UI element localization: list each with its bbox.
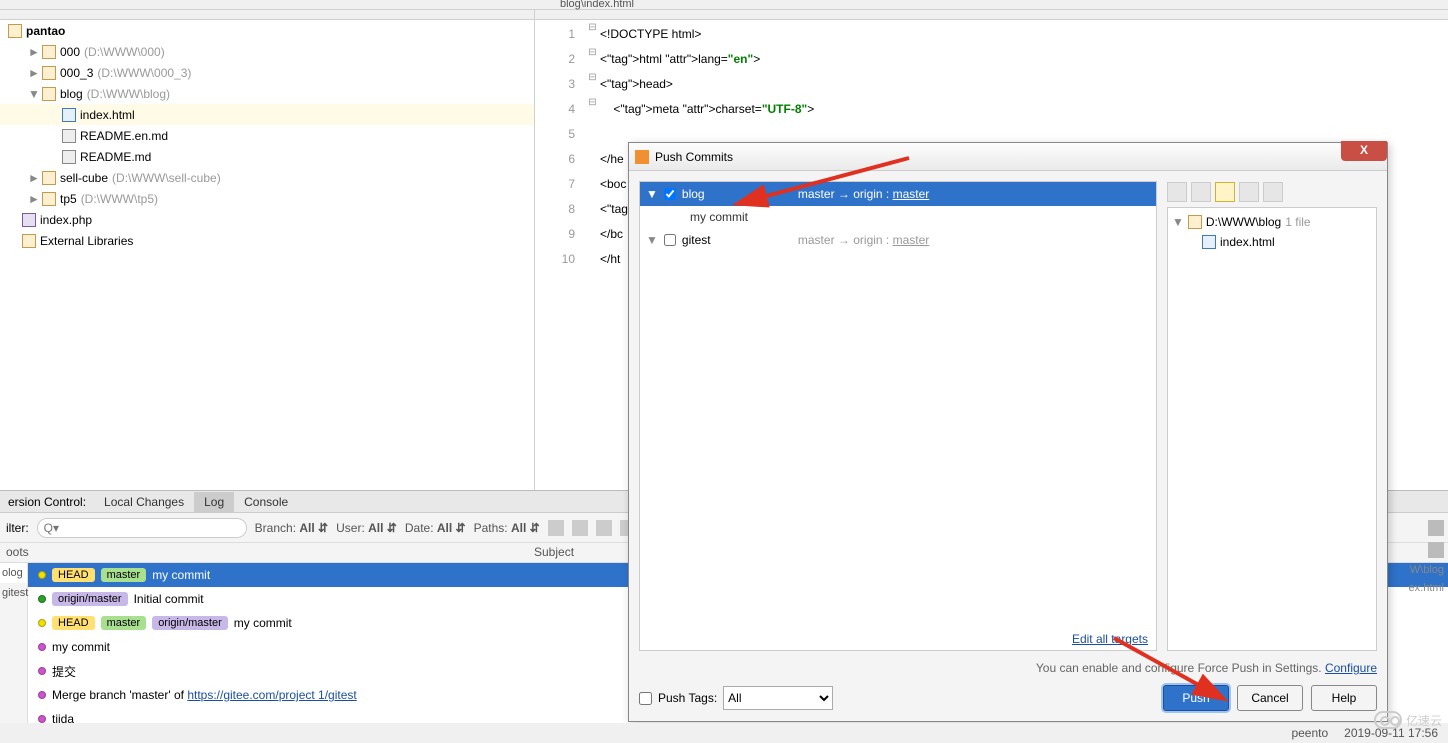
close-icon[interactable]: X [1341,141,1387,161]
push-button[interactable]: Push [1163,685,1229,711]
group-icon[interactable] [1215,182,1235,202]
file-item[interactable]: index.html [1220,235,1275,249]
push-repos-panel: ▼blogmaster → origin : mastermy commit▼g… [639,181,1157,651]
roots-column: ologgitest [0,563,28,723]
status-path: W\blog [1410,564,1444,576]
editor-tabs [535,10,1448,20]
tree-item-readme-md[interactable]: README.md [0,146,534,167]
root-olog[interactable]: olog [0,563,27,583]
tree-item-000[interactable]: ►000 (D:\WWW\000) [0,41,534,62]
files-root-label: D:\WWW\blog [1206,215,1281,229]
diff-icon[interactable] [1428,520,1444,536]
app-icon [635,150,649,164]
file-icon [1202,235,1216,249]
push-files-panel: ▼ D:\WWW\blog 1 file index.html [1167,207,1377,651]
tree-item-blog[interactable]: ▼blog (D:\WWW\blog) [0,83,534,104]
undo-icon[interactable] [1428,542,1444,558]
status-bar: peento 2019-09-11 17:56 [0,723,1448,743]
filter-search-input[interactable] [37,518,247,538]
folder-icon [1188,215,1202,229]
roots-header: oots [0,543,28,562]
file-tools [1167,181,1377,203]
status-file: ex.html [1409,582,1444,594]
cancel-button[interactable]: Cancel [1237,685,1303,711]
repo-row-gitest[interactable]: ▼gitestmaster → origin : master [640,228,1156,252]
dialog-titlebar: Push Commits X [629,143,1387,171]
top-toolbar: blog\index.html [0,0,1448,10]
lock-icon[interactable] [1167,182,1187,202]
edit-all-targets-link[interactable]: Edit all targets [1072,632,1148,646]
help-button[interactable]: Help [1311,685,1377,711]
watermark-logo-icon [1374,711,1402,729]
repo-checkbox[interactable] [664,234,676,246]
status-user: peento [1291,726,1328,740]
project-tree-panel: pantao►000 (D:\WWW\000)►000_3 (D:\WWW\00… [0,10,535,490]
repo-checkbox[interactable] [664,188,676,200]
project-header [0,10,534,20]
expand-icon[interactable] [1239,182,1259,202]
push-tags-select[interactable]: All [723,686,833,710]
root-gitest[interactable]: gitest [0,583,27,603]
tab-console[interactable]: Console [234,492,298,512]
tree-item-sell-cube[interactable]: ►sell-cube (D:\WWW\sell-cube) [0,167,534,188]
refresh-icon[interactable] [596,520,612,536]
graph-icon[interactable] [548,520,564,536]
subject-header: Subject [528,543,580,562]
force-push-hint: You can enable and configure Force Push … [629,661,1387,675]
tree-item-external-libraries[interactable]: External Libraries [0,230,534,251]
tree-item-tp5[interactable]: ►tp5 (D:\WWW\tp5) [0,188,534,209]
watermark: 亿速云 [1374,711,1442,729]
editor-gutter: 12345678910 [535,20,585,490]
configure-link[interactable]: Configure [1325,661,1377,675]
editor-fold: ⊟⊟⊟⊟ [585,20,600,490]
push-commits-dialog: Push Commits X ▼blogmaster → origin : ma… [628,142,1388,722]
project-root[interactable]: pantao [0,20,534,41]
copy-icon[interactable] [1191,182,1211,202]
editor-tab-label[interactable]: blog\index.html [560,0,634,10]
tree-item-index-html[interactable]: index.html [0,104,534,125]
right-tool-strip: W\blog ex.html [1388,520,1448,594]
tree-item-000-3[interactable]: ►000_3 (D:\WWW\000_3) [0,62,534,83]
push-tags-label: Push Tags: [658,691,717,705]
dialog-title: Push Commits [655,150,733,164]
folder-arrow-icon[interactable]: ▼ [1172,215,1184,229]
cherry-pick-icon[interactable] [572,520,588,536]
repo-row-blog[interactable]: ▼blogmaster → origin : master [640,182,1156,206]
vc-label: ersion Control: [0,495,94,509]
filter-label: ilter: [6,521,29,535]
tab-local-changes[interactable]: Local Changes [94,492,194,512]
files-count: 1 file [1285,215,1310,229]
tree-item-readme-en-md[interactable]: README.en.md [0,125,534,146]
collapse-icon[interactable] [1263,182,1283,202]
commit-row[interactable]: my commit [640,206,1156,228]
tab-log[interactable]: Log [194,492,234,512]
push-tags-checkbox[interactable] [639,692,652,705]
tree-item-index-php[interactable]: index.php [0,209,534,230]
